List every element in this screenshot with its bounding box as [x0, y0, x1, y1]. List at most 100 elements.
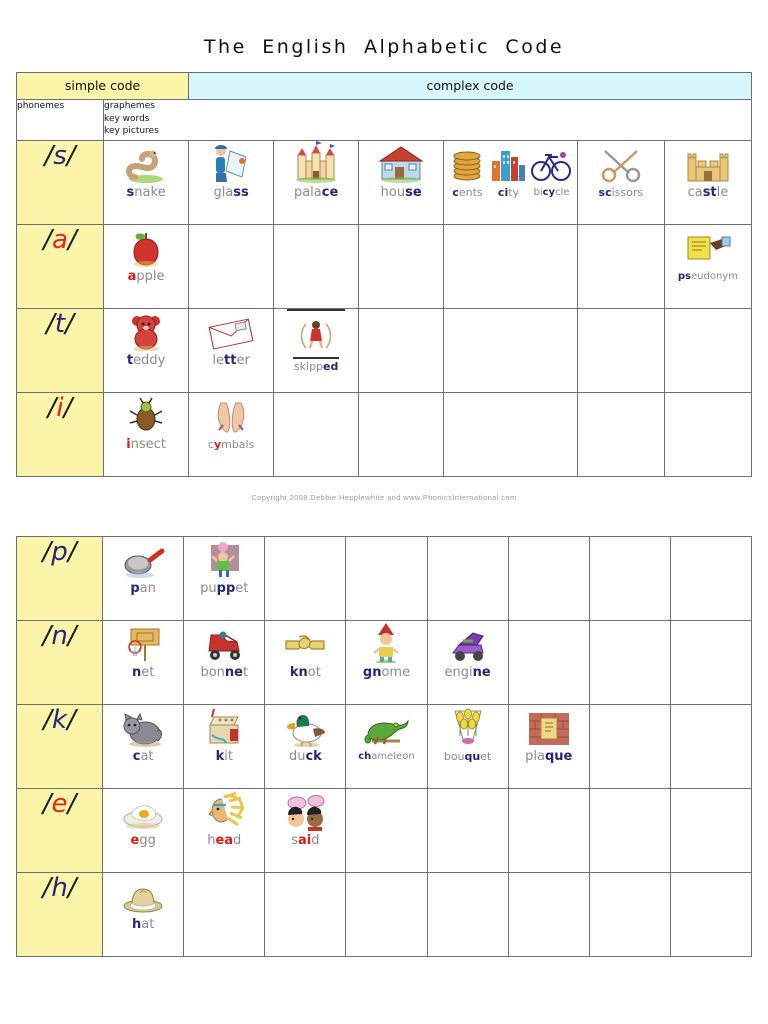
grapheme-cell[interactable]: [426, 536, 509, 621]
grapheme-cell[interactable]: egg: [102, 788, 185, 873]
grapheme-cell[interactable]: pan: [102, 536, 185, 621]
key-word-label: palace: [293, 185, 339, 200]
grapheme-cell[interactable]: [273, 224, 360, 309]
grapheme-cell[interactable]: [345, 536, 428, 621]
grapheme-cell[interactable]: chameleon: [345, 704, 428, 789]
grapheme-cell[interactable]: [273, 392, 360, 477]
grapheme-cell[interactable]: [588, 872, 671, 957]
grapheme-cell[interactable]: [507, 536, 590, 621]
grapheme-cell[interactable]: apple: [103, 224, 190, 309]
grapheme-cell[interactable]: palace: [273, 140, 360, 225]
grapheme-cell[interactable]: [443, 308, 578, 393]
key-word-item: cymbals: [208, 393, 254, 452]
grapheme-cell[interactable]: teddy: [103, 308, 190, 393]
grapheme-cell[interactable]: [264, 872, 347, 957]
grapheme-cell[interactable]: [507, 788, 590, 873]
grapheme-cell[interactable]: [588, 536, 671, 621]
grapheme-cell[interactable]: [669, 872, 753, 957]
grapheme-cell[interactable]: [588, 704, 671, 789]
grapheme-cell[interactable]: [188, 224, 275, 309]
grapheme-cell[interactable]: [507, 872, 590, 957]
grapheme-cell[interactable]: [443, 392, 578, 477]
grapheme-cell[interactable]: [588, 620, 671, 705]
grapheme-cell[interactable]: castle: [663, 140, 753, 225]
key-word-item: insect: [126, 393, 166, 452]
grapheme-cell[interactable]: knot: [264, 620, 347, 705]
grapheme-cell[interactable]: [443, 224, 578, 309]
key-word-label: engine: [444, 665, 491, 680]
grapheme-cell[interactable]: [345, 788, 428, 873]
phoneme-cell-n: /n/: [15, 620, 104, 705]
key-word-label: glass: [213, 185, 249, 200]
grapheme-cell[interactable]: puppet: [183, 536, 266, 621]
grapheme-cell[interactable]: pseudonym: [663, 224, 753, 309]
grapheme-cell[interactable]: house: [358, 140, 445, 225]
phoneme-row: /p/pan puppet: [15, 536, 753, 621]
phoneme-row: /s/snake glass palace house cents city bicycle…: [15, 140, 753, 225]
page-title: The English Alphabetic Code: [203, 36, 565, 58]
grapheme-cell[interactable]: kit: [183, 704, 266, 789]
grapheme-cell[interactable]: plaque: [507, 704, 590, 789]
grapheme-cell[interactable]: duck: [264, 704, 347, 789]
grapheme-cell[interactable]: [576, 224, 665, 309]
grapheme-cell[interactable]: bouquet: [426, 704, 509, 789]
phoneme-cell-i: /i/: [15, 392, 105, 477]
teddy-picture: [126, 309, 166, 351]
grapheme-cell[interactable]: [358, 308, 445, 393]
grapheme-cell[interactable]: letter: [188, 308, 275, 393]
key-word-label: scissors: [598, 186, 644, 199]
grapheme-cell[interactable]: glass: [188, 140, 275, 225]
grapheme-cell[interactable]: [358, 392, 445, 477]
grapheme-cell[interactable]: [264, 536, 347, 621]
grapheme-cell[interactable]: head: [183, 788, 266, 873]
word-group: head: [184, 789, 264, 848]
key-word-item: pan: [121, 537, 165, 596]
grapheme-cell[interactable]: [358, 224, 445, 309]
grapheme-cell[interactable]: [183, 872, 266, 957]
grapheme-cell[interactable]: engine: [426, 620, 509, 705]
grapheme-cell[interactable]: [663, 308, 753, 393]
grapheme-cell[interactable]: [588, 788, 671, 873]
grapheme-cell[interactable]: gnome: [345, 620, 428, 705]
word-group: net: [103, 621, 183, 680]
grapheme-cell[interactable]: said: [264, 788, 347, 873]
grapheme-cell[interactable]: cents city bicycle: [443, 140, 578, 225]
bonnet-picture: [200, 621, 248, 663]
key-word-item: city: [489, 141, 527, 200]
key-word-item: teddy: [126, 309, 166, 368]
grapheme-cell[interactable]: skipped: [273, 308, 360, 393]
grapheme-cell[interactable]: hat: [102, 872, 185, 957]
grapheme-cell[interactable]: cymbals: [188, 392, 275, 477]
grapheme-cell[interactable]: [669, 704, 753, 789]
grapheme-cell[interactable]: bonnet: [183, 620, 266, 705]
key-word-label: gnome: [362, 665, 411, 680]
grapheme-cell[interactable]: [576, 392, 665, 477]
chameleon-picture: [358, 705, 414, 747]
grapheme-cell[interactable]: [426, 788, 509, 873]
phoneme-cell-h: /h/: [15, 872, 104, 957]
grapheme-cell[interactable]: [669, 788, 753, 873]
skipped-picture: [287, 312, 345, 354]
castle-picture: [684, 141, 732, 183]
grapheme-cell[interactable]: scissors: [576, 140, 665, 225]
phoneme-row: /h/hat: [15, 872, 753, 957]
word-group: puppet: [184, 537, 264, 596]
word-group: kit: [184, 705, 264, 764]
grapheme-cell[interactable]: [345, 872, 428, 957]
key-word-label: pseudonym: [677, 271, 738, 282]
grapheme-cell[interactable]: [663, 392, 753, 477]
phoneme-row: /t/teddy letter skipped: [15, 308, 753, 393]
grapheme-cell[interactable]: net: [102, 620, 185, 705]
grapheme-cell[interactable]: [576, 308, 665, 393]
grapheme-cell[interactable]: cat: [102, 704, 185, 789]
grapheme-cell[interactable]: [507, 620, 590, 705]
grapheme-cell[interactable]: [669, 536, 753, 621]
word-group: skipped: [274, 309, 358, 374]
grapheme-cell[interactable]: [669, 620, 753, 705]
grapheme-cell[interactable]: [426, 872, 509, 957]
grapheme-cell[interactable]: insect: [103, 392, 190, 477]
word-group: bonnet: [184, 621, 264, 680]
grapheme-cell[interactable]: snake: [103, 140, 190, 225]
word-group: hat: [103, 873, 183, 932]
bicycle-picture: [531, 141, 572, 183]
